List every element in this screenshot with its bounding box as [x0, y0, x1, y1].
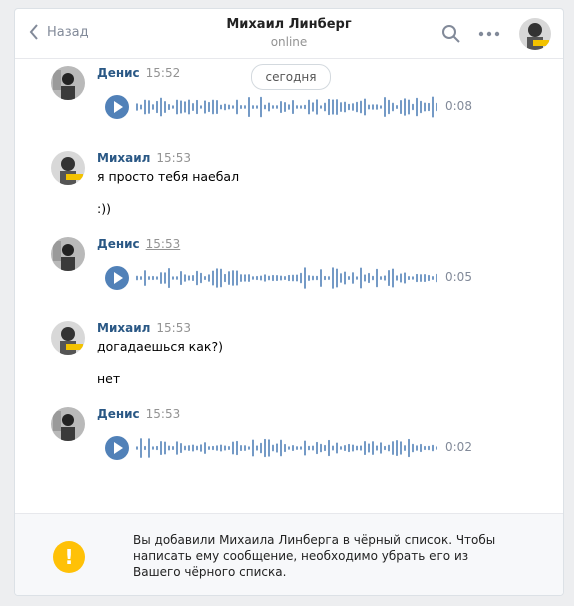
author-name[interactable]: Денис — [97, 237, 140, 251]
message-line: нет — [97, 371, 121, 386]
message-time[interactable]: 15:53 — [146, 237, 181, 251]
author-name[interactable]: Денис — [97, 407, 140, 421]
message-meta: Михаил 15:53 — [97, 151, 191, 165]
message-time[interactable]: 15:53 — [156, 151, 191, 165]
blacklist-notice-text: Вы добавили Михаила Линберга в чёрный сп… — [133, 533, 496, 579]
waveform[interactable] — [135, 435, 437, 461]
play-icon — [114, 272, 123, 284]
play-button[interactable] — [105, 266, 129, 290]
play-icon — [114, 442, 123, 454]
voice-player: 0:02 — [105, 435, 525, 461]
author-name[interactable]: Михаил — [97, 321, 150, 335]
message-line: я просто тебя наебал — [97, 169, 240, 184]
avatar[interactable] — [519, 18, 551, 50]
avatar[interactable] — [51, 407, 85, 441]
voice-duration: 0:05 — [445, 270, 472, 284]
voice-player: 0:08 — [105, 94, 525, 120]
date-separator: сегодня — [251, 64, 331, 90]
message-time[interactable]: 15:53 — [156, 321, 191, 335]
more-icon[interactable] — [477, 24, 501, 44]
avatar[interactable] — [51, 321, 85, 355]
message-meta: Денис 15:52 — [97, 66, 180, 80]
play-button[interactable] — [105, 95, 129, 119]
message-meta: Денис 15:53 — [97, 237, 180, 251]
message-line: :)) — [97, 201, 111, 216]
waveform[interactable] — [135, 94, 437, 120]
blacklist-notice: ! Вы добавили Михаила Линберга в чёрный … — [15, 513, 563, 595]
avatar[interactable] — [51, 66, 85, 100]
waveform[interactable] — [135, 265, 437, 291]
message-line: догадаешься как?) — [97, 339, 223, 354]
voice-duration: 0:08 — [445, 99, 472, 113]
avatar[interactable] — [51, 237, 85, 271]
search-icon[interactable] — [441, 24, 461, 44]
author-name[interactable]: Денис — [97, 66, 140, 80]
message-meta: Денис 15:53 — [97, 407, 180, 421]
voice-duration: 0:02 — [445, 440, 472, 454]
chat-window: Назад Михаил Линберг online сегодня Дени… — [14, 8, 564, 596]
message-time[interactable]: 15:52 — [146, 66, 181, 80]
play-button[interactable] — [105, 436, 129, 460]
chat-header: Назад Михаил Линберг online — [15, 9, 563, 59]
avatar[interactable] — [51, 151, 85, 185]
warning-icon: ! — [53, 541, 85, 573]
message-meta: Михаил 15:53 — [97, 321, 191, 335]
author-name[interactable]: Михаил — [97, 151, 150, 165]
message-time[interactable]: 15:53 — [146, 407, 181, 421]
play-icon — [114, 101, 123, 113]
voice-player: 0:05 — [105, 265, 525, 291]
